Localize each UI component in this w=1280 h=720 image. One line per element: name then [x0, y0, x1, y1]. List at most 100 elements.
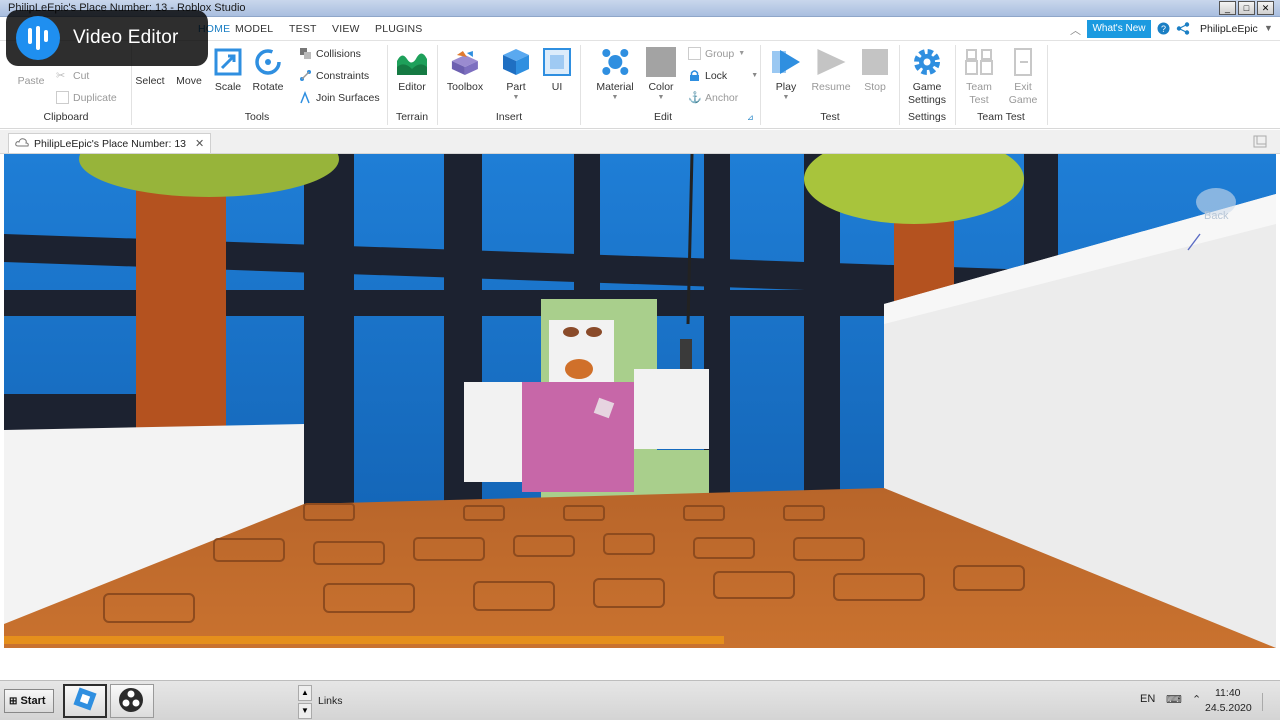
- place-tab-title: PhilipLeEpic's Place Number: 13: [34, 137, 186, 150]
- 3d-viewport[interactable]: Back: [4, 154, 1276, 648]
- share-icon[interactable]: [1176, 22, 1190, 38]
- constraints-toggle[interactable]: Constraints: [299, 69, 369, 82]
- scroll-down-icon[interactable]: ▼: [298, 703, 312, 719]
- rotate-icon: [252, 47, 284, 77]
- toolbar-scroll-arrows[interactable]: ▲ ▼: [298, 685, 312, 719]
- lock-dropdown-icon[interactable]: ▼: [751, 72, 758, 79]
- resume-button[interactable]: Resume: [811, 47, 851, 94]
- language-indicator[interactable]: EN: [1140, 693, 1155, 705]
- anchor-button[interactable]: ⚓ Anchor: [688, 91, 738, 105]
- part-dropdown-icon[interactable]: ▼: [500, 94, 532, 101]
- whats-new-button[interactable]: What's New: [1087, 20, 1151, 38]
- color-button[interactable]: Color ▼: [645, 47, 677, 101]
- lock-icon: [688, 69, 701, 82]
- toolbox-button[interactable]: Toolbox: [447, 47, 483, 94]
- color-dropdown-icon[interactable]: ▼: [645, 94, 677, 101]
- move-label: Move: [176, 75, 202, 87]
- material-icon: [599, 47, 631, 77]
- part-button[interactable]: Part ▼: [500, 47, 532, 101]
- part-label: Part: [506, 81, 526, 93]
- collapse-ribbon-icon[interactable]: ︿: [1070, 22, 1081, 38]
- ui-label: UI: [551, 81, 563, 93]
- tab-model[interactable]: MODEL: [235, 23, 273, 35]
- join-surfaces-toggle[interactable]: Join Surfaces: [299, 90, 380, 104]
- view-cube-back-label[interactable]: Back: [1204, 210, 1228, 222]
- edit-expand-icon[interactable]: ⊿: [747, 113, 754, 122]
- tab-test[interactable]: TEST: [289, 23, 317, 35]
- team-test-label: Team Test: [966, 81, 992, 106]
- exit-game-icon: [1007, 47, 1039, 77]
- part-icon: [500, 47, 532, 77]
- clipboard-group-label: Clipboard: [43, 111, 89, 123]
- resume-label: Resume: [811, 81, 851, 93]
- scroll-up-icon[interactable]: ▲: [298, 685, 312, 701]
- window-controls: _ □ ✕: [1219, 1, 1274, 15]
- cloud-icon: [15, 137, 29, 150]
- material-label: Material: [596, 81, 634, 93]
- links-toolbar[interactable]: Links: [318, 695, 343, 707]
- group-dropdown-icon[interactable]: ▼: [738, 50, 745, 57]
- taskbar-obs[interactable]: [110, 684, 154, 718]
- taskbar-roblox-studio[interactable]: [63, 684, 107, 718]
- group-button[interactable]: Group ▼: [688, 47, 745, 60]
- exit-game-button[interactable]: Exit Game: [1007, 47, 1039, 107]
- insert-group-label: Insert: [495, 111, 523, 123]
- group-divider: [899, 45, 900, 125]
- close-button[interactable]: ✕: [1257, 1, 1274, 15]
- minimize-button[interactable]: _: [1219, 1, 1236, 15]
- material-button[interactable]: Material ▼: [596, 47, 634, 101]
- viewport-scene: [4, 154, 1276, 648]
- ui-button[interactable]: UI: [541, 47, 573, 94]
- terrain-editor-button[interactable]: Editor: [396, 47, 428, 94]
- scale-button[interactable]: Scale: [212, 47, 244, 94]
- gear-icon: [911, 47, 943, 77]
- place-document-tab[interactable]: PhilipLeEpic's Place Number: 13 ✕: [8, 133, 212, 153]
- play-label: Play: [775, 81, 797, 93]
- team-test-group-label: Team Test: [977, 111, 1025, 123]
- stop-label: Stop: [864, 81, 886, 93]
- material-dropdown-icon[interactable]: ▼: [596, 94, 633, 101]
- tab-plugins[interactable]: PLUGINS: [375, 23, 423, 35]
- game-settings-button[interactable]: Game Settings: [908, 47, 946, 107]
- start-label: Start: [20, 695, 46, 707]
- toolbox-icon: [449, 47, 481, 77]
- video-editor-app-icon: [16, 16, 60, 60]
- show-hidden-icons[interactable]: ⌃: [1192, 693, 1201, 706]
- maximize-viewport-icon[interactable]: [1253, 135, 1267, 153]
- cut-button[interactable]: ✂ Cut: [56, 69, 89, 83]
- stop-button[interactable]: Stop: [859, 47, 891, 94]
- keyboard-icon[interactable]: ⌨: [1166, 693, 1182, 706]
- rotate-button[interactable]: Rotate: [252, 47, 284, 94]
- toolbox-label: Toolbox: [446, 81, 484, 93]
- edit-group-label: Edit: [653, 111, 673, 123]
- help-icon[interactable]: ?: [1157, 22, 1170, 38]
- show-desktop-button[interactable]: [1262, 693, 1272, 711]
- maximize-button[interactable]: □: [1238, 1, 1255, 15]
- group-label: Group: [705, 47, 735, 60]
- screen: PhilipLeEpic's Place Number: 13 - Roblox…: [0, 0, 1280, 720]
- ui-icon: [541, 47, 573, 77]
- duplicate-button[interactable]: Duplicate: [56, 91, 117, 104]
- svg-text:?: ?: [1161, 24, 1166, 34]
- windows-logo-icon: ⊞: [9, 696, 18, 707]
- color-icon: [645, 47, 677, 77]
- tab-view[interactable]: VIEW: [332, 23, 360, 35]
- start-button[interactable]: ⊞ Start: [4, 689, 54, 713]
- user-name[interactable]: PhilipLeEpic: [1200, 23, 1258, 35]
- close-tab-icon[interactable]: ✕: [195, 137, 204, 150]
- clock-time[interactable]: 11:40: [1215, 687, 1241, 699]
- collisions-toggle[interactable]: Collisions: [299, 47, 361, 60]
- group-divider: [387, 45, 388, 125]
- lock-button[interactable]: Lock ▼: [688, 69, 758, 82]
- play-icon: [770, 47, 802, 77]
- tools-group-label: Tools: [244, 111, 270, 123]
- play-dropdown-icon[interactable]: ▼: [770, 94, 802, 101]
- user-menu-caret-icon[interactable]: ▼: [1264, 23, 1273, 33]
- team-test-button[interactable]: Team Test: [963, 47, 995, 107]
- resume-icon: [815, 47, 847, 77]
- clock-date[interactable]: 24.5.2020: [1205, 702, 1252, 714]
- terrain-group-label: Terrain: [395, 111, 429, 123]
- cut-icon: ✂: [56, 70, 66, 82]
- play-button[interactable]: Play ▼: [770, 47, 802, 101]
- group-icon: [688, 47, 701, 60]
